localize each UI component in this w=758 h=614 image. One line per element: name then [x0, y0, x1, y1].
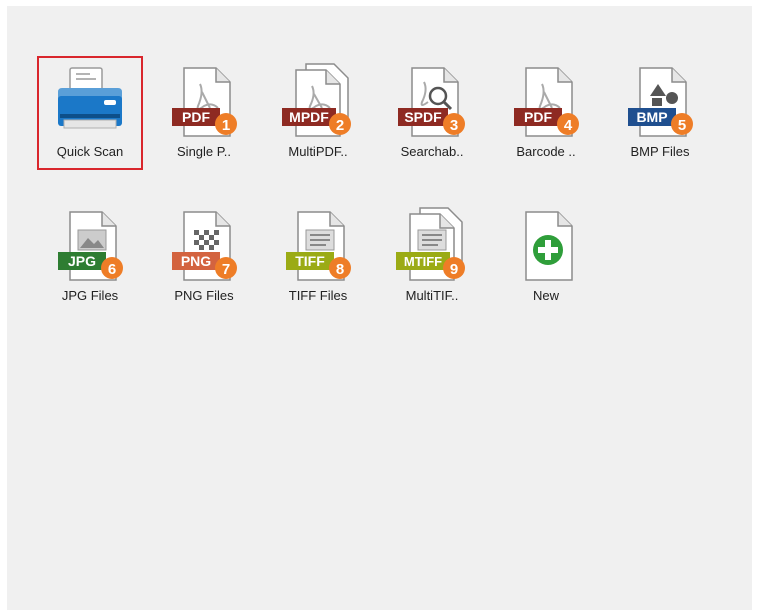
profile-barcode-pdf[interactable]: PDF 4 Barcode .. — [493, 56, 599, 170]
profile-number-badge: 9 — [450, 261, 458, 278]
png-file-icon: PNG 7 — [172, 211, 237, 281]
file-type-tag: MTIFF — [404, 254, 442, 269]
profile-label: PNG Files — [174, 288, 234, 303]
bmp-file-icon: BMP 5 — [628, 67, 693, 137]
tiff-file-icon: TIFF 8 — [286, 211, 351, 281]
scanner-icon — [58, 67, 122, 129]
multi-tiff-file-icon: MTIFF 9 — [396, 207, 465, 281]
file-type-tag: PDF — [524, 109, 552, 125]
profile-label: BMP Files — [630, 144, 690, 159]
profile-jpg-files[interactable]: JPG 6 JPG Files — [37, 200, 143, 314]
profile-bmp-files[interactable]: BMP 5 BMP Files — [607, 56, 713, 170]
profile-label: Single P.. — [177, 144, 231, 159]
profile-number-badge: 7 — [222, 261, 230, 278]
profile-number-badge: 3 — [450, 117, 458, 134]
profile-number-badge: 5 — [678, 117, 686, 134]
profiles-panel: Quick Scan PDF 1 Single P.. MPDF 2 Multi… — [7, 6, 752, 610]
profile-number-badge: 8 — [336, 261, 344, 278]
pdf-file-icon: PDF 1 — [172, 67, 237, 137]
file-type-tag: MPDF — [289, 109, 329, 125]
profile-label: JPG Files — [61, 288, 119, 303]
profile-number-badge: 6 — [108, 261, 116, 278]
file-type-tag: TIFF — [295, 253, 325, 269]
profile-label: New — [532, 288, 559, 303]
profile-label: MultiTIF.. — [405, 288, 459, 303]
profile-label: Searchab.. — [400, 144, 464, 159]
add-new-icon — [525, 211, 573, 281]
profile-multi-pdf[interactable]: MPDF 2 MultiPDF.. — [265, 56, 371, 170]
profile-label: Quick Scan — [56, 144, 124, 159]
profile-searchable-pdf[interactable]: SPDF 3 Searchab.. — [379, 56, 485, 170]
profile-label: Barcode .. — [516, 144, 576, 159]
file-type-tag: SPDF — [404, 109, 442, 125]
profile-quick-scan[interactable]: Quick Scan — [37, 56, 143, 170]
file-type-tag: JPG — [68, 253, 96, 269]
profile-label: MultiPDF.. — [288, 144, 348, 159]
file-type-tag: BMP — [636, 109, 667, 125]
barcode-pdf-file-icon: PDF 4 — [514, 67, 579, 137]
profile-label: TIFF Files — [288, 288, 348, 303]
profile-single-pdf[interactable]: PDF 1 Single P.. — [151, 56, 257, 170]
profile-number-badge: 4 — [564, 117, 573, 134]
profile-tiff-files[interactable]: TIFF 8 TIFF Files — [265, 200, 371, 314]
file-type-tag: PNG — [181, 253, 211, 269]
file-type-tag: PDF — [182, 109, 210, 125]
profile-png-files[interactable]: PNG 7 PNG Files — [151, 200, 257, 314]
profile-new[interactable]: New — [493, 200, 599, 314]
searchable-pdf-file-icon: SPDF 3 — [398, 67, 465, 137]
profile-multi-tiff[interactable]: MTIFF 9 MultiTIF.. — [379, 200, 485, 314]
jpg-file-icon: JPG 6 — [58, 211, 123, 281]
profile-number-badge: 2 — [336, 117, 344, 134]
multi-pdf-file-icon: MPDF 2 — [282, 63, 351, 137]
profile-number-badge: 1 — [222, 117, 230, 134]
